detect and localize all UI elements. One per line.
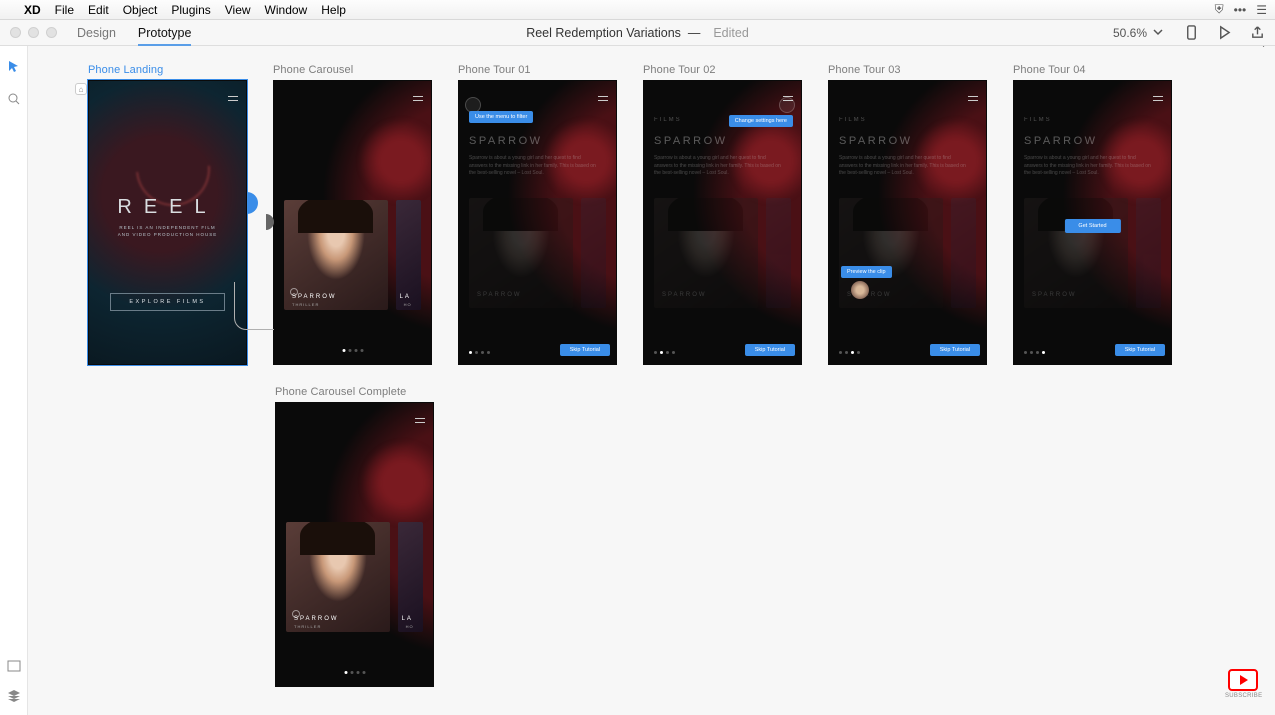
document-title: Reel Redemption Variations — Edited <box>526 26 749 40</box>
artboard-frame[interactable]: Carrier 9:41 AM 42% REEL FILMS SPARROW S… <box>828 80 987 365</box>
zoom-value: 50.6% <box>1113 26 1147 40</box>
app-toolbar: Design Prototype Reel Redemption Variati… <box>0 20 1275 46</box>
doc-edited: Edited <box>713 26 748 40</box>
menu-plugins[interactable]: Plugins <box>171 3 210 17</box>
tune-icon[interactable] <box>968 95 978 103</box>
artboard[interactable]: Phone Tour 02 Carrier 9:41 AM 42% REEL F… <box>643 64 802 365</box>
tour-callout[interactable]: Get Started <box>1064 219 1120 233</box>
artboard[interactable]: Phone Tour 01 Carrier 9:41 AM 42% REEL F… <box>458 64 617 365</box>
chevron-down-icon <box>1151 25 1166 40</box>
tab-design[interactable]: Design <box>77 26 116 40</box>
skip-button[interactable]: Skip Tutorial <box>745 344 795 356</box>
skip-button[interactable]: Skip Tutorial <box>560 344 610 356</box>
subscribe-label: SUBSCRIBE <box>1225 693 1261 699</box>
assets-icon[interactable] <box>7 659 21 673</box>
menu-help[interactable]: Help <box>321 3 346 17</box>
highlight-ring <box>779 97 795 113</box>
artboard[interactable]: Phone Tour 04 Carrier 9:41 AM 42% REEL F… <box>1013 64 1172 365</box>
tune-icon[interactable] <box>413 95 423 103</box>
tour-callout[interactable]: Use the menu to filter <box>469 111 533 123</box>
play-icon[interactable] <box>1217 25 1232 40</box>
artboard-frame[interactable]: Carrier 9:41 AM 42% REEL FILMS SPARROW S… <box>275 402 434 687</box>
artboard-frame[interactable]: Carrier 9:41 AM 42% REEL FILMS SPARROW S… <box>1013 80 1172 365</box>
film-card[interactable]: SPARROW THRILLER <box>284 200 388 310</box>
artboard[interactable]: Phone Carousel Complete Carrier 9:41 AM … <box>275 386 434 687</box>
menu-view[interactable]: View <box>225 3 251 17</box>
pager <box>342 349 363 352</box>
tour-callout[interactable]: Preview the clip <box>841 266 892 278</box>
tour-dots <box>469 351 490 354</box>
zoom-control[interactable]: 50.6% <box>1113 25 1166 40</box>
highlight-avatar <box>851 281 869 299</box>
select-tool-icon[interactable] <box>7 60 21 74</box>
artboard-frame[interactable]: Carrier 9:41 AM 42% REEL FILMS SPARROW S… <box>458 80 617 365</box>
tune-icon[interactable] <box>1153 95 1163 103</box>
pager <box>344 671 365 674</box>
artboard-frame[interactable]: Carrier 9:41 AM 42% REEL REEL REEL IS AN… <box>88 80 247 365</box>
skip-button[interactable]: Skip Tutorial <box>930 344 980 356</box>
artboard-frame[interactable]: Carrier 9:41 AM 42% REEL FILMS SPARROW S… <box>273 80 432 365</box>
home-icon[interactable]: ⌂ <box>75 83 87 95</box>
artboard-label[interactable]: Phone Carousel <box>273 64 432 76</box>
tune-icon[interactable] <box>598 95 608 103</box>
artboard-label[interactable]: Phone Landing <box>88 64 247 76</box>
artboard[interactable]: Phone Carousel Carrier 9:41 AM 42% REEL … <box>273 64 432 365</box>
layers-icon[interactable] <box>7 689 21 703</box>
canvas[interactable]: Phone Landing ⌂ Carrier 9:41 AM 42% REEL… <box>28 46 1275 715</box>
artboard-label[interactable]: Phone Carousel Complete <box>275 386 434 398</box>
tour-dots <box>654 351 675 354</box>
youtube-icon <box>1228 669 1258 691</box>
explore-button[interactable]: EXPLORE FILMS <box>110 293 224 311</box>
artboard-frame[interactable]: Carrier 9:41 AM 42% REEL FILMS SPARROW S… <box>643 80 802 365</box>
artboard-label[interactable]: Phone Tour 04 <box>1013 64 1172 76</box>
tune-icon[interactable] <box>415 417 425 425</box>
hero-logo: REEL <box>117 196 217 219</box>
tour-callout[interactable]: Change settings here <box>729 115 793 127</box>
artboard-label[interactable]: Phone Tour 03 <box>828 64 987 76</box>
doc-title-text: Reel Redemption Variations <box>526 26 681 40</box>
subscribe-badge[interactable]: SUBSCRIBE <box>1225 669 1261 699</box>
artboard[interactable]: Phone Tour 03 Carrier 9:41 AM 42% REEL F… <box>828 64 987 365</box>
tagline: REEL IS AN INDEPENDENT FILMAND VIDEO PRO… <box>118 225 218 239</box>
app-name[interactable]: XD <box>24 3 41 17</box>
tab-prototype[interactable]: Prototype <box>138 26 192 46</box>
left-toolbar <box>0 46 28 715</box>
device-preview-icon[interactable] <box>1184 25 1199 40</box>
film-card[interactable]: SPARROW THRILLER <box>286 522 390 632</box>
tour-dots <box>1024 351 1045 354</box>
menu-file[interactable]: File <box>55 3 74 17</box>
menu-object[interactable]: Object <box>123 3 158 17</box>
zoom-tool-icon[interactable] <box>7 92 21 106</box>
window-controls[interactable] <box>10 27 57 38</box>
shield-icon[interactable]: ⛨ <box>1215 2 1224 17</box>
skip-button[interactable]: Skip Tutorial <box>1115 344 1165 356</box>
list-icon[interactable]: ☰ <box>1256 3 1267 17</box>
more-icon[interactable]: ••• <box>1234 3 1247 17</box>
cursor-icon <box>1257 46 1269 48</box>
film-card-peek[interactable]: LA HO <box>396 200 421 310</box>
artboard[interactable]: Phone Landing ⌂ Carrier 9:41 AM 42% REEL… <box>88 64 247 365</box>
film-card-peek[interactable]: LA HO <box>398 522 423 632</box>
artboard-label[interactable]: Phone Tour 02 <box>643 64 802 76</box>
artboard-label[interactable]: Phone Tour 01 <box>458 64 617 76</box>
tour-dots <box>839 351 860 354</box>
share-icon[interactable] <box>1250 25 1265 40</box>
menu-window[interactable]: Window <box>265 3 308 17</box>
menu-edit[interactable]: Edit <box>88 3 109 17</box>
mac-menubar: XD File Edit Object Plugins View Window … <box>0 0 1275 20</box>
prototype-wire <box>234 282 274 330</box>
